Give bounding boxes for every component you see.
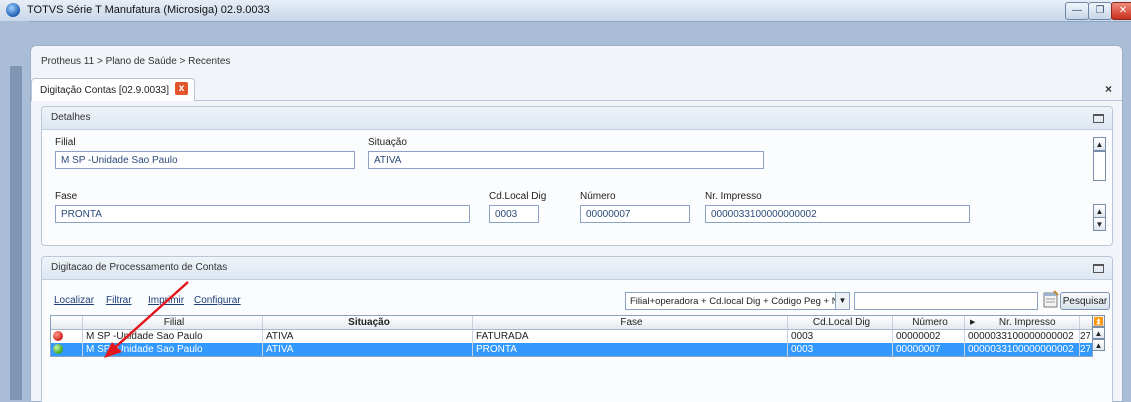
column-header-filial[interactable]: Filial — [83, 316, 263, 329]
cd-local-dig-label: Cd.Local Dig — [489, 191, 547, 202]
cell-nr-impresso: 0000033100000000002 — [965, 330, 1080, 343]
column-header-cd-local-dig[interactable]: Cd.Local Dig — [788, 316, 893, 329]
tab-label: Digitação Contas [02.9.0033] — [40, 85, 169, 96]
tab-digitacao-contas[interactable]: Digitação Contas [02.9.0033] x — [31, 78, 195, 101]
window-title: TOTVS Série T Manufatura (Microsiga) 02.… — [27, 4, 270, 16]
cell-nr-impresso: 0000033100000000002 — [965, 343, 1080, 356]
scroll-top-icon[interactable]: ⏫ — [1092, 315, 1105, 327]
minimize-section-icon[interactable] — [1093, 114, 1104, 123]
grid-scrollbar[interactable]: ⏫ ▲ ▲ — [1092, 315, 1105, 351]
close-window-button[interactable]: ✕ — [1111, 2, 1131, 20]
scroll-down-icon[interactable]: ▼ — [1093, 217, 1106, 231]
scroll-up-icon[interactable]: ▲ — [1092, 327, 1105, 339]
red-status-icon — [53, 331, 63, 341]
cell-filial: M SP -Unidade Sao Paulo — [83, 330, 263, 343]
situacao-field[interactable]: ATIVA — [368, 151, 764, 169]
scroll-up-icon[interactable]: ▲ — [1093, 137, 1106, 151]
cell-situacao: ATIVA — [263, 343, 473, 356]
title-bar: TOTVS Série T Manufatura (Microsiga) 02.… — [0, 0, 1131, 22]
main-panel: Protheus 11 > Plano de Saúde > Recentes … — [30, 45, 1123, 402]
fase-label: Fase — [55, 191, 78, 202]
cd-local-dig-field[interactable]: 0003 — [489, 205, 539, 223]
panel-close-icon[interactable]: × — [1105, 82, 1112, 96]
data-grid: Filial Situação Fase Cd.Local Dig Número… — [50, 315, 1093, 357]
column-sort-icon: ▶ — [970, 319, 976, 326]
fase-field[interactable]: PRONTA — [55, 205, 470, 223]
column-header-fase[interactable]: Fase — [473, 316, 788, 329]
situacao-label: Situação — [368, 137, 407, 148]
scroll-track[interactable] — [1093, 151, 1106, 181]
tab-close-icon[interactable]: x — [174, 82, 188, 95]
grid-header: Digitacao de Processamento de Contas — [42, 257, 1112, 280]
green-status-icon — [53, 344, 63, 354]
column-header-situacao[interactable]: Situação — [263, 316, 473, 329]
details-header: Detalhes — [42, 107, 1112, 130]
app-icon — [6, 3, 20, 17]
left-gutter — [0, 21, 30, 400]
configurar-link[interactable]: Configurar — [194, 295, 241, 306]
overflow-column-header — [1080, 316, 1090, 329]
filial-label: Filial — [55, 137, 76, 148]
minimize-section-icon[interactable] — [1093, 264, 1104, 273]
notepad-search-icon[interactable] — [1042, 289, 1060, 309]
nr-impresso-field[interactable]: 0000033100000000002 — [705, 205, 970, 223]
table-row-selected[interactable]: M SP -Unidade Sao Paulo ATIVA PRONTA 000… — [51, 343, 1092, 356]
minimize-button[interactable]: — — [1065, 2, 1089, 20]
search-input[interactable] — [854, 292, 1038, 310]
grid-section: Digitacao de Processamento de Contas Loc… — [41, 256, 1113, 402]
side-panel-strip[interactable] — [10, 66, 22, 400]
imprimir-link[interactable]: Imprimir — [148, 295, 184, 306]
scroll-up-icon[interactable]: ▲ — [1093, 204, 1106, 218]
details-section: Detalhes Filial M SP -Unidade Sao Paulo … — [41, 106, 1113, 246]
table-row[interactable]: M SP -Unidade Sao Paulo ATIVA FATURADA 0… — [51, 330, 1092, 343]
cell-fase: FATURADA — [473, 330, 788, 343]
search-button[interactable]: Pesquisar — [1060, 292, 1110, 310]
cell-numero: 00000002 — [893, 330, 965, 343]
cell-cd-local-dig: 0003 — [788, 330, 893, 343]
nr-impresso-label: Nr. Impresso — [705, 191, 762, 202]
maximize-button[interactable]: ❐ — [1088, 2, 1112, 20]
column-header-nr-impresso[interactable]: ▶ Nr. Impresso — [965, 316, 1080, 329]
column-header-numero[interactable]: Número — [893, 316, 965, 329]
status-cell — [51, 330, 83, 343]
tab-strip: Digitação Contas [02.9.0033] x — [31, 78, 1122, 101]
localizar-link[interactable]: Localizar — [54, 295, 94, 306]
cell-overflow: 27 — [1080, 344, 1090, 355]
filial-field[interactable]: M SP -Unidade Sao Paulo — [55, 151, 355, 169]
chevron-down-icon[interactable]: ▼ — [835, 293, 849, 309]
status-column-header — [51, 316, 83, 329]
cell-situacao: ATIVA — [263, 330, 473, 343]
breadcrumb[interactable]: Protheus 11 > Plano de Saúde > Recentes — [41, 56, 230, 67]
filtrar-link[interactable]: Filtrar — [106, 295, 132, 306]
column-header-nr-impresso-label: Nr. Impresso — [998, 317, 1056, 328]
cell-fase: PRONTA — [473, 343, 788, 356]
sort-order-value: Filial+operadora + Cd.local Dig + Código… — [630, 296, 850, 307]
grid-header-row: Filial Situação Fase Cd.Local Dig Número… — [51, 316, 1092, 330]
grid-title: Digitacao de Processamento de Contas — [51, 262, 228, 273]
cell-overflow: 27 — [1080, 331, 1090, 342]
cell-filial: M SP -Unidade Sao Paulo — [83, 343, 263, 356]
numero-label: Número — [580, 191, 616, 202]
details-title: Detalhes — [51, 112, 91, 123]
scroll-up-icon[interactable]: ▲ — [1092, 339, 1105, 351]
numero-field[interactable]: 00000007 — [580, 205, 690, 223]
status-cell — [51, 343, 83, 356]
cell-numero: 00000007 — [893, 343, 965, 356]
cell-cd-local-dig: 0003 — [788, 343, 893, 356]
sort-order-select[interactable]: Filial+operadora + Cd.local Dig + Código… — [625, 292, 850, 310]
